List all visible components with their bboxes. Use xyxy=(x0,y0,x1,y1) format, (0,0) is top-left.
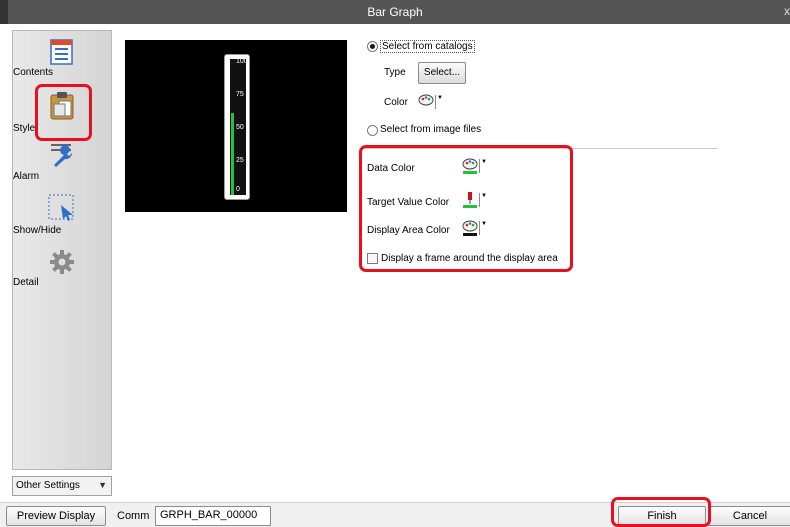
scale-label: 0 xyxy=(236,186,240,193)
type-label: Type xyxy=(384,67,406,78)
window-title: Bar Graph xyxy=(367,5,423,19)
other-settings-button[interactable]: Other Settings ▼ xyxy=(12,476,112,496)
gear-icon xyxy=(50,250,74,274)
bar-graph-preview: 100 75 50 25 0 xyxy=(224,54,250,200)
sidebar-item-label: Detail xyxy=(13,277,39,288)
sidebar-item-alarm[interactable]: Alarm xyxy=(13,141,111,182)
color-label: Color xyxy=(384,97,408,108)
scale-label: 100 xyxy=(236,58,248,65)
sidebar-item-label: Show/Hide xyxy=(13,225,62,236)
color-dropdown[interactable]: ▼ xyxy=(418,92,443,112)
title-bar: Bar Graph x xyxy=(0,0,790,24)
comm-field[interactable]: GRPH_BAR_00000 xyxy=(155,506,271,526)
sidebar-item-contents[interactable]: Contents xyxy=(13,39,111,78)
select-button[interactable]: Select... xyxy=(418,62,466,84)
select-from-catalogs-label[interactable]: Select from catalogs xyxy=(380,40,475,53)
select-from-image-files-label[interactable]: Select from image files xyxy=(380,124,481,135)
select-from-catalogs-radio[interactable] xyxy=(367,41,378,52)
color-options-highlight xyxy=(359,145,573,272)
wrench-icon xyxy=(51,144,73,167)
close-icon[interactable]: x xyxy=(784,4,790,18)
scale-label: 25 xyxy=(236,157,244,164)
sidebar-item-label: Alarm xyxy=(13,171,40,182)
bar-display-area: 100 75 50 25 0 xyxy=(230,58,248,195)
select-from-image-files-radio[interactable] xyxy=(367,125,378,136)
contents-icon xyxy=(50,39,73,65)
finish-highlight xyxy=(611,497,711,527)
sidebar-item-detail[interactable]: Detail xyxy=(13,249,111,288)
other-settings-label: Other Settings xyxy=(16,480,80,491)
selection-cursor-icon xyxy=(48,194,74,221)
style-highlight xyxy=(35,84,92,141)
chevron-down-icon: ▼ xyxy=(98,480,107,490)
scale-label: 50 xyxy=(236,124,244,131)
sidebar-item-show-hide[interactable]: Show/Hide xyxy=(13,193,111,236)
scale-label: 75 xyxy=(236,91,244,98)
cancel-button[interactable]: Cancel xyxy=(708,506,790,526)
sidebar-item-label: Style xyxy=(13,123,36,134)
palette-icon xyxy=(418,94,434,106)
chevron-down-icon: ▼ xyxy=(435,95,443,109)
sidebar-item-label: Contents xyxy=(13,67,54,78)
preview-display-button[interactable]: Preview Display xyxy=(6,506,106,526)
bar-fill xyxy=(231,113,234,195)
comm-label: Comm xyxy=(117,510,150,522)
